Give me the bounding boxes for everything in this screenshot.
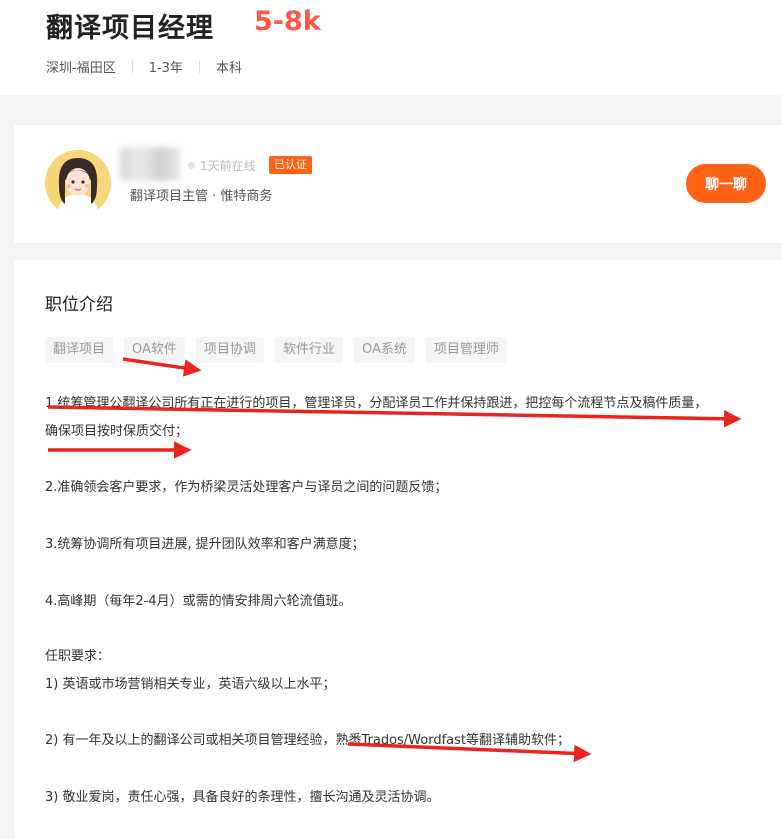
- skill-tag[interactable]: 项目协调: [195, 337, 264, 363]
- divider: [131, 60, 133, 73]
- requirements-heading: 任职要求：: [45, 649, 111, 664]
- description-line: 2) 有一年及以上的翻译公司或相关项目管理经验，熟悉Trados/Wordfas…: [45, 733, 571, 748]
- skill-tag[interactable]: OA系统: [353, 337, 415, 363]
- description-line: 4.高峰期（每年2-4月）或需的情安排周六轮流值班。: [45, 594, 352, 609]
- verified-badge: 已认证: [269, 156, 312, 174]
- recruiter-name-blurred: [120, 147, 180, 181]
- experience: 1-3年: [148, 61, 183, 76]
- description-line: 1) 英语或市场营销相关专业，英语六级以上水平；: [45, 677, 336, 692]
- online-status-dot: [188, 162, 195, 169]
- section-title: 职位介绍: [45, 295, 113, 315]
- recruiter-card: 1天前在线 已认证 翻译项目主管 · 惟特商务 聊一聊: [14, 125, 782, 243]
- description-line: 确保项目按时保质交付；: [45, 424, 189, 439]
- recruiter-info: 翻译项目主管 · 惟特商务: [130, 189, 273, 204]
- avatar-illustration-icon: [45, 150, 111, 216]
- avatar[interactable]: [45, 150, 111, 216]
- online-status: 1天前在线: [200, 159, 256, 173]
- description-line: 3) 敬业爱岗，责任心强，具备良好的条理性，擅长沟通及灵活协调。: [45, 790, 440, 805]
- skill-tag[interactable]: OA软件: [124, 337, 185, 363]
- skill-tag[interactable]: 软件行业: [274, 337, 343, 363]
- job-header: 翻译项目经理 5-8k 深圳-福田区 1-3年 本科: [0, 0, 782, 95]
- job-meta: 深圳-福田区 1-3年 本科: [46, 57, 242, 76]
- job-title: 翻译项目经理: [46, 13, 214, 44]
- skill-tag[interactable]: 项目管理师: [425, 337, 507, 363]
- description-line: 2.准确领会客户要求，作为桥梁灵活处理客户与译员之间的问题反馈；: [45, 480, 448, 495]
- location: 深圳-福田区: [46, 61, 116, 76]
- chat-button[interactable]: 聊一聊: [686, 164, 766, 203]
- description-line: 1.统筹管理公翻译公司所有正在进行的项目，管理译员，分配译员工作并保持跟进，把控…: [45, 396, 708, 411]
- description-line: 3.统筹协调所有项目进展, 提升团队效率和客户满意度；: [45, 537, 365, 552]
- skill-tags: 翻译项目 OA软件 项目协调 软件行业 OA系统 项目管理师: [45, 337, 518, 363]
- salary: 5-8k: [254, 6, 321, 37]
- skill-tag[interactable]: 翻译项目: [45, 337, 114, 363]
- divider: [198, 60, 200, 73]
- degree: 本科: [215, 61, 242, 76]
- job-description-card: 职位介绍 翻译项目 OA软件 项目协调 软件行业 OA系统 项目管理师 1.统筹…: [14, 260, 782, 839]
